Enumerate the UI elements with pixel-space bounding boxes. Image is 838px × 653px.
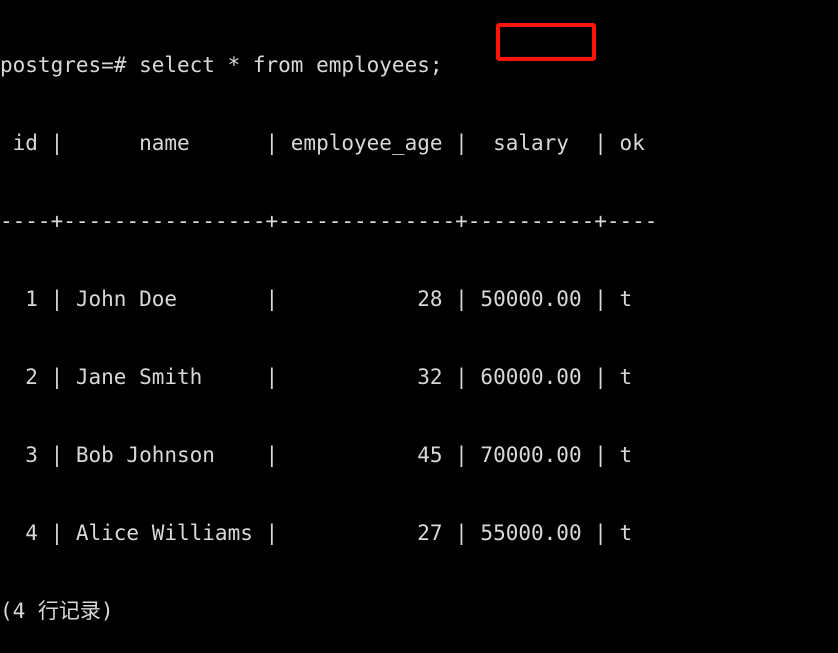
terminal-line: ----+----------------+--------------+---… [0, 209, 658, 233]
terminal-line: 2 | Jane Smith | 32 | 60000.00 | t [0, 365, 633, 389]
terminal-line: postgres=# select * from employees; [0, 53, 443, 77]
terminal-line: 1 | John Doe | 28 | 50000.00 | t [0, 287, 633, 311]
terminal-line: id | name | employee_age | salary | ok [0, 131, 645, 155]
terminal-line: (4 行记录) [0, 599, 114, 623]
terminal-line: 4 | Alice Williams | 27 | 55000.00 | t [0, 521, 633, 545]
terminal-output-area[interactable]: postgres=# select * from employees; id |… [0, 0, 838, 653]
terminal-line: 3 | Bob Johnson | 45 | 70000.00 | t [0, 443, 633, 467]
terminal-window[interactable]: postgres=# select * from employees; id |… [0, 0, 838, 653]
